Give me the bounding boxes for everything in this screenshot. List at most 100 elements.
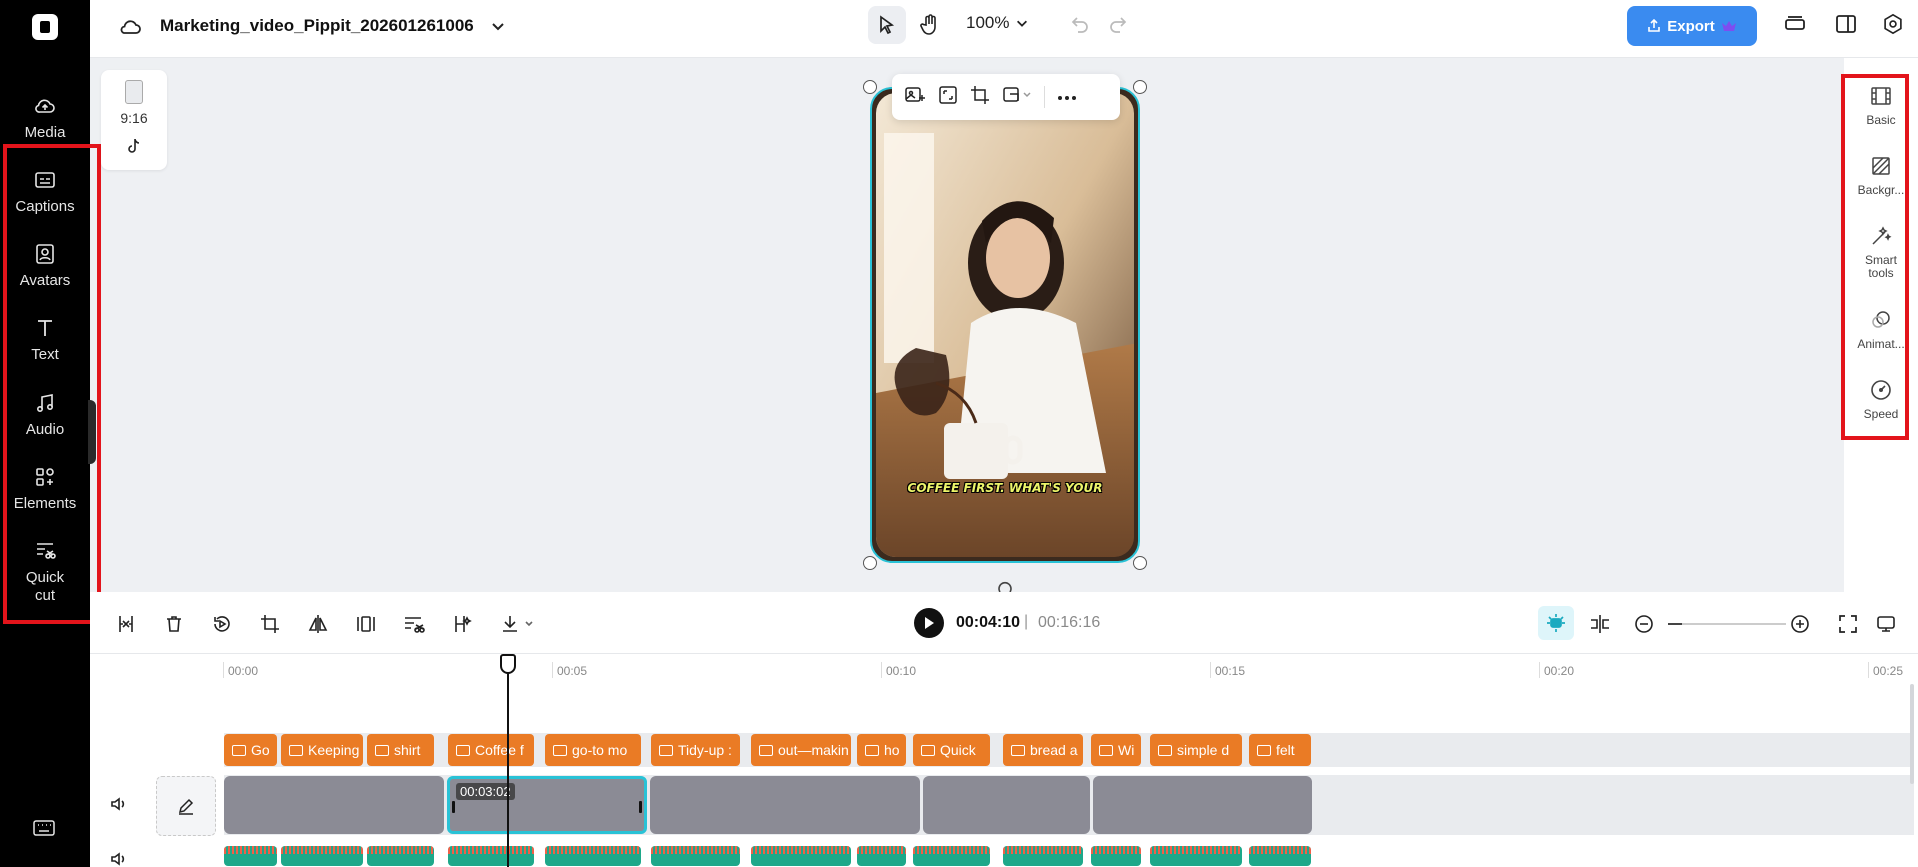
replay-button[interactable] [210,612,234,636]
auto-snap-toggle[interactable] [1538,606,1574,640]
sidebar-item-label: Elements [13,495,77,512]
caption-clip[interactable]: Quick [913,734,990,766]
sidebar-item-text[interactable]: Text [0,316,90,364]
audio-clip[interactable] [224,846,277,866]
zoom-out-button[interactable] [1632,612,1656,636]
resize-handle[interactable] [1133,80,1147,94]
edit-cover-button[interactable] [156,776,216,836]
film-icon [1871,87,1891,105]
resize-handle[interactable] [863,80,877,94]
settings-button[interactable] [1882,13,1904,35]
caption-clip[interactable]: Tidy-up : [651,734,740,766]
delete-button[interactable] [162,612,186,636]
undo-button[interactable] [1070,14,1090,34]
caption-clip[interactable]: felt [1249,734,1311,766]
resize-handle[interactable] [1133,556,1147,570]
zoom-in-button[interactable] [1788,612,1812,636]
caption-clip[interactable]: Wi [1091,734,1141,766]
video-clip-selected[interactable]: 00:03:02 [447,776,647,834]
aspect-ratio-card[interactable]: 9:16 [101,70,167,170]
project-title[interactable]: Marketing_video_Pippit_202601261006 [160,16,474,36]
sidebar-item-elements[interactable]: Elements [0,465,90,513]
ruler-label: 00:15 [1215,664,1246,678]
video-clip[interactable] [650,776,920,834]
redo-button[interactable] [1108,14,1128,34]
crop-button[interactable] [258,612,282,636]
video-preview[interactable]: COFFEE FIRST. WHAT'S YOUR [870,87,1140,563]
right-panel-speed[interactable]: Speed [1844,378,1918,421]
audio-clip[interactable] [1249,846,1311,866]
audio-clip[interactable] [281,846,363,866]
sidebar-collapse-handle[interactable] [88,400,96,464]
split-button[interactable] [114,612,138,636]
right-panel-smart-tools[interactable]: Smart tools [1844,224,1918,280]
caption-clip[interactable]: bread a [1003,734,1083,766]
trim-handle-right[interactable] [639,801,642,813]
cutout-button[interactable] [402,612,426,636]
layers-button[interactable] [1784,14,1806,34]
audio-clip[interactable] [1150,846,1242,866]
sidebar-item-audio[interactable]: Audio [0,391,90,439]
caption-clip[interactable]: out—makin [751,734,851,766]
app-logo[interactable] [32,14,58,40]
audio-clip[interactable] [651,846,740,866]
sidebar-item-avatars[interactable]: Avatars [0,242,90,290]
download-dropdown[interactable] [498,612,538,636]
resize-handle[interactable] [863,556,877,570]
trim-handle-left[interactable] [452,801,455,813]
caption-clip[interactable]: Coffee f [448,734,534,766]
caption-clip[interactable]: Go [224,734,277,766]
replace-image-icon[interactable] [904,85,926,110]
audio-clip[interactable] [1003,846,1083,866]
caption-clip[interactable]: simple d [1150,734,1242,766]
panel-toggle-button[interactable] [1835,14,1857,34]
smart-split-button[interactable] [450,612,474,636]
audio-clip[interactable] [857,846,906,866]
video-clip[interactable] [1093,776,1312,834]
background-remove-icon[interactable] [1002,85,1032,110]
audio-clip[interactable] [545,846,641,866]
mute-video-button[interactable] [110,795,128,818]
timeline-zoom-slider[interactable] [1668,623,1786,625]
zoom-dropdown[interactable]: 100% [966,13,1029,33]
right-panel-label: Animat... [1857,338,1905,351]
flip-button[interactable] [306,612,330,636]
video-clip[interactable] [224,776,444,834]
right-panel-background[interactable]: Backgr... [1844,154,1918,197]
audio-clip[interactable] [367,846,434,866]
sidebar-item-quick-cut[interactable]: Quick cut [0,539,90,605]
sidebar-item-media[interactable]: Media [0,94,90,142]
right-panel-animation[interactable]: Animat... [1844,308,1918,351]
audio-clip[interactable] [1091,846,1141,866]
audio-clip[interactable] [751,846,851,866]
fit-button[interactable] [354,612,378,636]
crop-icon[interactable] [970,85,990,110]
audio-clip[interactable] [913,846,990,866]
timeline-scrollbar[interactable] [1910,684,1914,784]
playhead-line[interactable] [507,664,509,867]
preview-mode-button[interactable] [1874,612,1898,636]
timeline[interactable]: 00:00 00:05 00:10 00:15 00:20 00:25 Go K… [90,654,1918,867]
export-button[interactable]: Export [1627,6,1757,46]
chevron-down-icon[interactable] [490,18,506,39]
audio-clip[interactable] [448,846,534,866]
caption-clip[interactable]: Keeping [281,734,363,766]
video-clip[interactable] [923,776,1090,834]
mute-audio-button[interactable] [110,850,128,867]
play-button[interactable] [914,608,944,638]
fit-frame-icon[interactable] [938,85,958,110]
sidebar-item-label: Media [24,124,66,141]
more-options-icon[interactable] [1057,88,1077,106]
select-tool-button[interactable] [868,6,906,44]
caption-overlay[interactable]: COFFEE FIRST. WHAT'S YOUR [872,481,1138,495]
sidebar-item-captions[interactable]: Captions [0,168,90,216]
keyboard-shortcuts-button[interactable] [33,820,55,841]
caption-clip[interactable]: go-to mo [545,734,641,766]
playhead-handle[interactable] [500,654,516,674]
hand-tool-button[interactable] [913,8,947,42]
right-panel-basic[interactable]: Basic [1844,84,1918,127]
caption-clip[interactable]: ho [857,734,906,766]
split-view-button[interactable] [1588,612,1612,636]
caption-clip[interactable]: shirt [367,734,434,766]
fullscreen-button[interactable] [1836,612,1860,636]
